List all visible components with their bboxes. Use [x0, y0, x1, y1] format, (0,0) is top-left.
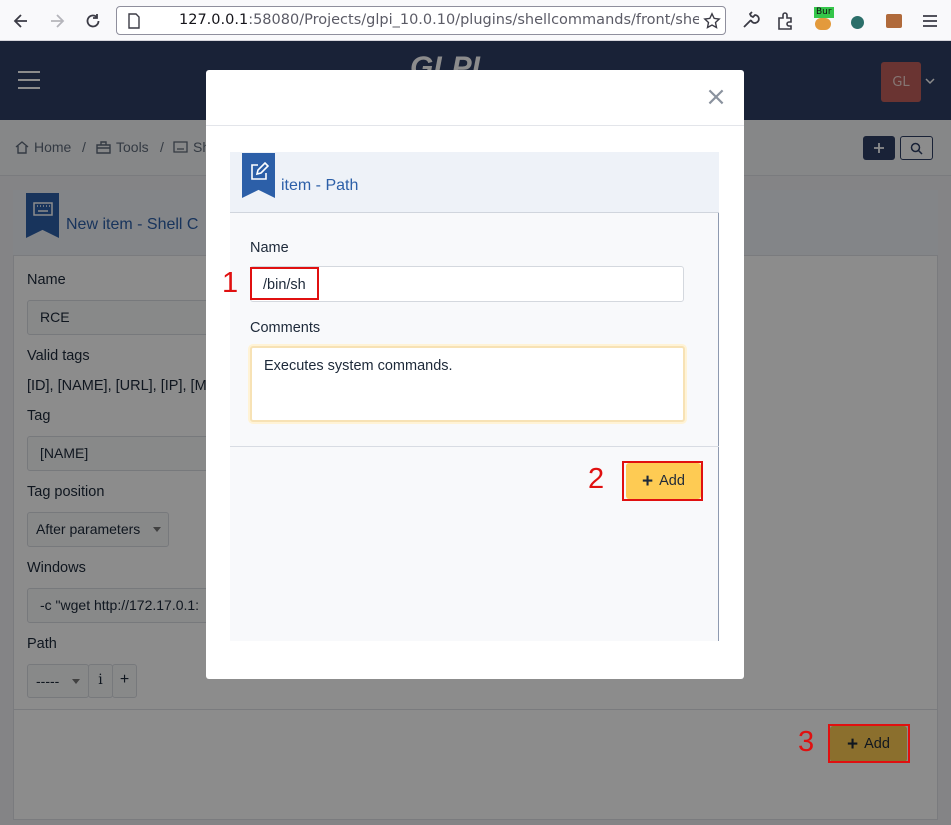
extensions-icon[interactable]: [776, 11, 796, 31]
picture-extension-icon[interactable]: [884, 11, 904, 31]
url-bar[interactable]: 127.0.0.1:58080/Projects/glpi_10.0.10/pl…: [116, 6, 726, 35]
modal-form-divider: [230, 446, 719, 447]
path-form-title: item - Path: [281, 177, 359, 194]
highlight-box-1: [250, 267, 319, 300]
wrench-icon[interactable]: [740, 11, 760, 31]
path-modal: × item - Path Name /bin/sh Comments Exec…: [206, 70, 744, 679]
reload-icon[interactable]: [81, 9, 105, 33]
path-form: item - Path Name /bin/sh Comments Execut…: [230, 152, 719, 641]
path-form-header: item - Path: [230, 152, 719, 213]
menu-icon[interactable]: [920, 11, 940, 31]
bomb-extension-icon[interactable]: [848, 11, 868, 31]
highlight-box-2: [622, 461, 703, 501]
modal-comments-textarea[interactable]: Executes system commands.: [250, 346, 685, 422]
edit-icon: [250, 162, 269, 180]
modal-header: ×: [206, 70, 744, 126]
burp-extension-icon[interactable]: Bur: [812, 7, 834, 31]
url-text: 127.0.0.1:58080/Projects/glpi_10.0.10/pl…: [179, 12, 699, 28]
step-number-1: 1: [222, 267, 239, 299]
browser-toolbar: 127.0.0.1:58080/Projects/glpi_10.0.10/pl…: [0, 0, 951, 41]
highlight-box-3: [828, 724, 910, 763]
step-number-3: 3: [798, 726, 815, 758]
forward-icon[interactable]: [45, 9, 69, 33]
close-icon[interactable]: ×: [704, 84, 728, 110]
step-number-2: 2: [588, 463, 605, 495]
back-icon[interactable]: [9, 9, 33, 33]
modal-comments-label: Comments: [250, 320, 321, 336]
modal-name-label: Name: [250, 240, 289, 256]
page-icon: [128, 13, 140, 29]
bookmark-star-icon[interactable]: [703, 12, 721, 30]
